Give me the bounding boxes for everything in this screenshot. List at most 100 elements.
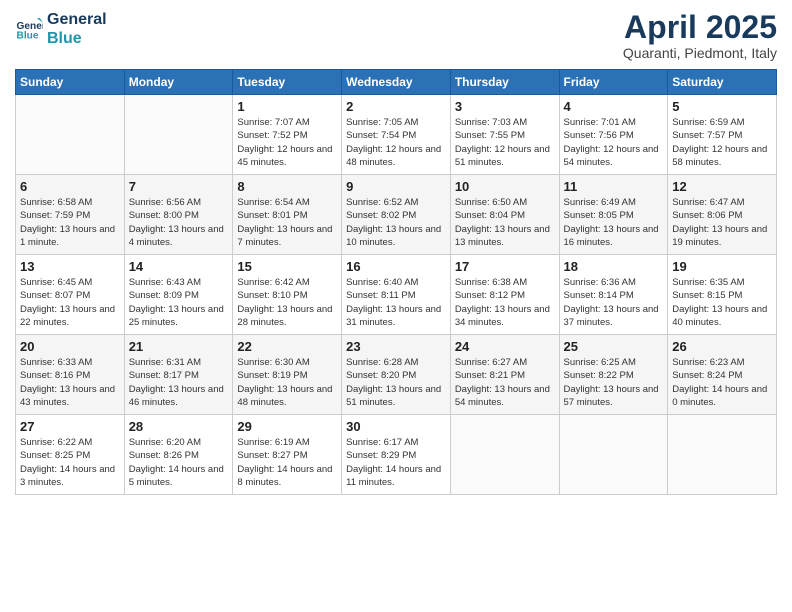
day-detail: Sunrise: 6:49 AM Sunset: 8:05 PM Dayligh… <box>564 196 664 249</box>
col-header-wednesday: Wednesday <box>342 70 451 95</box>
logo-line2: Blue <box>47 29 107 48</box>
col-header-tuesday: Tuesday <box>233 70 342 95</box>
day-cell: 30 Sunrise: 6:17 AM Sunset: 8:29 PM Dayli… <box>342 415 451 495</box>
week-row-4: 20Sunrise: 6:33 AM Sunset: 8:16 PM Dayli… <box>16 335 777 415</box>
day-number: 24 <box>455 339 555 354</box>
day-number: 16 <box>346 259 446 274</box>
day-detail: Sunrise: 6:54 AM Sunset: 8:01 PM Dayligh… <box>237 196 337 249</box>
day-detail: Sunrise: 7:03 AM Sunset: 7:55 PM Dayligh… <box>455 116 555 169</box>
day-cell: 1 Sunrise: 7:07 AM Sunset: 7:52 PM Daylig… <box>233 95 342 175</box>
day-detail: Sunrise: 6:17 AM Sunset: 8:29 PM Dayligh… <box>346 436 446 489</box>
logo-icon: General Blue <box>15 15 43 43</box>
day-number: 23 <box>346 339 446 354</box>
day-cell: 25Sunrise: 6:25 AM Sunset: 8:22 PM Dayli… <box>559 335 668 415</box>
week-row-3: 13 Sunrise: 6:45 AM Sunset: 8:07 PM Dayli… <box>16 255 777 335</box>
day-cell: 12Sunrise: 6:47 AM Sunset: 8:06 PM Dayli… <box>668 175 777 255</box>
day-cell: 18Sunrise: 6:36 AM Sunset: 8:14 PM Dayli… <box>559 255 668 335</box>
day-detail: Sunrise: 6:58 AM Sunset: 7:59 PM Dayligh… <box>20 196 120 249</box>
day-cell: 8 Sunrise: 6:54 AM Sunset: 8:01 PM Daylig… <box>233 175 342 255</box>
col-header-sunday: Sunday <box>16 70 125 95</box>
day-cell: 29Sunrise: 6:19 AM Sunset: 8:27 PM Dayli… <box>233 415 342 495</box>
header: General Blue General Blue April 2025 Qua… <box>15 10 777 61</box>
week-row-1: 1 Sunrise: 7:07 AM Sunset: 7:52 PM Daylig… <box>16 95 777 175</box>
day-cell: 26Sunrise: 6:23 AM Sunset: 8:24 PM Dayli… <box>668 335 777 415</box>
day-detail: Sunrise: 6:31 AM Sunset: 8:17 PM Dayligh… <box>129 356 229 409</box>
day-number: 6 <box>20 179 120 194</box>
day-number: 5 <box>672 99 772 114</box>
day-detail: Sunrise: 6:42 AM Sunset: 8:10 PM Dayligh… <box>237 276 337 329</box>
day-cell: 7Sunrise: 6:56 AM Sunset: 8:00 PM Daylig… <box>124 175 233 255</box>
day-number: 19 <box>672 259 772 274</box>
day-detail: Sunrise: 6:19 AM Sunset: 8:27 PM Dayligh… <box>237 436 337 489</box>
day-cell: 3Sunrise: 7:03 AM Sunset: 7:55 PM Daylig… <box>450 95 559 175</box>
header-row: SundayMondayTuesdayWednesdayThursdayFrid… <box>16 70 777 95</box>
day-detail: Sunrise: 6:38 AM Sunset: 8:12 PM Dayligh… <box>455 276 555 329</box>
day-detail: Sunrise: 6:22 AM Sunset: 8:25 PM Dayligh… <box>20 436 120 489</box>
day-number: 28 <box>129 419 229 434</box>
day-cell: 10Sunrise: 6:50 AM Sunset: 8:04 PM Dayli… <box>450 175 559 255</box>
week-row-2: 6 Sunrise: 6:58 AM Sunset: 7:59 PM Daylig… <box>16 175 777 255</box>
day-cell: 6 Sunrise: 6:58 AM Sunset: 7:59 PM Daylig… <box>16 175 125 255</box>
day-cell <box>124 95 233 175</box>
day-cell: 4 Sunrise: 7:01 AM Sunset: 7:56 PM Daylig… <box>559 95 668 175</box>
day-detail: Sunrise: 6:43 AM Sunset: 8:09 PM Dayligh… <box>129 276 229 329</box>
day-detail: Sunrise: 6:52 AM Sunset: 8:02 PM Dayligh… <box>346 196 446 249</box>
day-cell: 24 Sunrise: 6:27 AM Sunset: 8:21 PM Dayli… <box>450 335 559 415</box>
day-number: 22 <box>237 339 337 354</box>
day-cell: 11 Sunrise: 6:49 AM Sunset: 8:05 PM Dayli… <box>559 175 668 255</box>
day-number: 17 <box>455 259 555 274</box>
day-detail: Sunrise: 6:40 AM Sunset: 8:11 PM Dayligh… <box>346 276 446 329</box>
day-number: 20 <box>20 339 120 354</box>
day-number: 11 <box>564 179 664 194</box>
calendar-page: General Blue General Blue April 2025 Qua… <box>0 0 792 612</box>
day-detail: Sunrise: 6:50 AM Sunset: 8:04 PM Dayligh… <box>455 196 555 249</box>
day-number: 9 <box>346 179 446 194</box>
day-cell: 2 Sunrise: 7:05 AM Sunset: 7:54 PM Daylig… <box>342 95 451 175</box>
day-cell: 17 Sunrise: 6:38 AM Sunset: 8:12 PM Dayli… <box>450 255 559 335</box>
day-cell: 23 Sunrise: 6:28 AM Sunset: 8:20 PM Dayli… <box>342 335 451 415</box>
day-number: 2 <box>346 99 446 114</box>
day-cell: 9 Sunrise: 6:52 AM Sunset: 8:02 PM Daylig… <box>342 175 451 255</box>
day-cell: 13 Sunrise: 6:45 AM Sunset: 8:07 PM Dayli… <box>16 255 125 335</box>
svg-text:Blue: Blue <box>17 31 39 42</box>
day-detail: Sunrise: 6:20 AM Sunset: 8:26 PM Dayligh… <box>129 436 229 489</box>
day-number: 8 <box>237 179 337 194</box>
day-detail: Sunrise: 6:59 AM Sunset: 7:57 PM Dayligh… <box>672 116 772 169</box>
day-detail: Sunrise: 6:27 AM Sunset: 8:21 PM Dayligh… <box>455 356 555 409</box>
day-detail: Sunrise: 6:35 AM Sunset: 8:15 PM Dayligh… <box>672 276 772 329</box>
title-area: April 2025 Quaranti, Piedmont, Italy <box>623 10 777 61</box>
day-number: 7 <box>129 179 229 194</box>
day-detail: Sunrise: 7:01 AM Sunset: 7:56 PM Dayligh… <box>564 116 664 169</box>
day-detail: Sunrise: 7:07 AM Sunset: 7:52 PM Dayligh… <box>237 116 337 169</box>
day-detail: Sunrise: 6:30 AM Sunset: 8:19 PM Dayligh… <box>237 356 337 409</box>
col-header-monday: Monday <box>124 70 233 95</box>
day-number: 12 <box>672 179 772 194</box>
day-cell: 5 Sunrise: 6:59 AM Sunset: 7:57 PM Daylig… <box>668 95 777 175</box>
day-cell: 27Sunrise: 6:22 AM Sunset: 8:25 PM Dayli… <box>16 415 125 495</box>
day-number: 4 <box>564 99 664 114</box>
day-detail: Sunrise: 7:05 AM Sunset: 7:54 PM Dayligh… <box>346 116 446 169</box>
logo: General Blue General Blue <box>15 10 107 48</box>
day-number: 13 <box>20 259 120 274</box>
col-header-saturday: Saturday <box>668 70 777 95</box>
day-number: 1 <box>237 99 337 114</box>
col-header-friday: Friday <box>559 70 668 95</box>
day-cell <box>668 415 777 495</box>
col-header-thursday: Thursday <box>450 70 559 95</box>
day-cell: 28 Sunrise: 6:20 AM Sunset: 8:26 PM Dayli… <box>124 415 233 495</box>
location: Quaranti, Piedmont, Italy <box>623 45 777 61</box>
day-number: 25 <box>564 339 664 354</box>
week-row-5: 27Sunrise: 6:22 AM Sunset: 8:25 PM Dayli… <box>16 415 777 495</box>
day-cell: 14 Sunrise: 6:43 AM Sunset: 8:09 PM Dayli… <box>124 255 233 335</box>
day-detail: Sunrise: 6:45 AM Sunset: 8:07 PM Dayligh… <box>20 276 120 329</box>
day-number: 26 <box>672 339 772 354</box>
day-cell: 20Sunrise: 6:33 AM Sunset: 8:16 PM Dayli… <box>16 335 125 415</box>
day-cell: 16 Sunrise: 6:40 AM Sunset: 8:11 PM Dayli… <box>342 255 451 335</box>
day-number: 30 <box>346 419 446 434</box>
day-cell: 15Sunrise: 6:42 AM Sunset: 8:10 PM Dayli… <box>233 255 342 335</box>
day-number: 14 <box>129 259 229 274</box>
day-cell: 19 Sunrise: 6:35 AM Sunset: 8:15 PM Dayli… <box>668 255 777 335</box>
day-cell: 22 Sunrise: 6:30 AM Sunset: 8:19 PM Dayli… <box>233 335 342 415</box>
day-detail: Sunrise: 6:36 AM Sunset: 8:14 PM Dayligh… <box>564 276 664 329</box>
day-detail: Sunrise: 6:28 AM Sunset: 8:20 PM Dayligh… <box>346 356 446 409</box>
